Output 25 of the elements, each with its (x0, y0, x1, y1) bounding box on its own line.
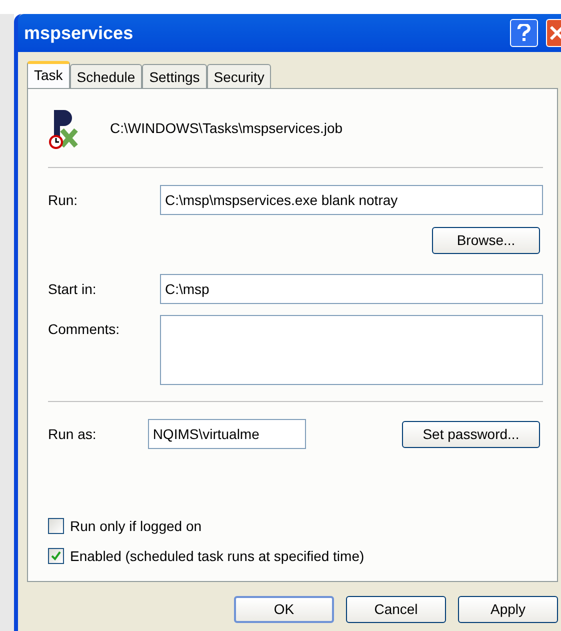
window-title: mspservices (24, 22, 134, 45)
tab[interactable]: Schedule (70, 64, 142, 88)
comments-field[interactable] (160, 315, 543, 385)
dialog-button[interactable]: Apply (458, 596, 558, 623)
task-file-path: C:\WINDOWS\Tasks\mspservices.job (110, 118, 343, 138)
tab[interactable]: Security (206, 64, 272, 88)
checkbox[interactable] (48, 518, 64, 534)
dialog-button[interactable]: OK (234, 596, 334, 623)
close-icon[interactable] (546, 19, 561, 47)
set-password-button[interactable]: Set password... (402, 420, 540, 448)
field-label: Run as: (48, 424, 98, 444)
field-label: Comments: (48, 321, 120, 337)
run-as-field[interactable]: NQIMS\virtualme (148, 419, 306, 449)
tab[interactable]: Task (27, 61, 70, 88)
dialog-button[interactable]: Cancel (346, 596, 446, 623)
help-icon[interactable] (510, 19, 538, 47)
checkbox-label: Run only if logged on (70, 516, 202, 536)
checkbox[interactable] (48, 548, 64, 564)
field-label: Run: (48, 190, 79, 210)
field-label: Start in: (48, 280, 98, 298)
start-in-field[interactable]: C:\msp (160, 274, 543, 304)
browse-button[interactable]: Browse... (432, 227, 540, 254)
tab[interactable]: Settings (142, 64, 207, 88)
run-field[interactable]: C:\msp\mspservices.exe blank notray (160, 185, 543, 215)
checkbox-label: Enabled (scheduled task runs at specified time) (70, 546, 364, 566)
